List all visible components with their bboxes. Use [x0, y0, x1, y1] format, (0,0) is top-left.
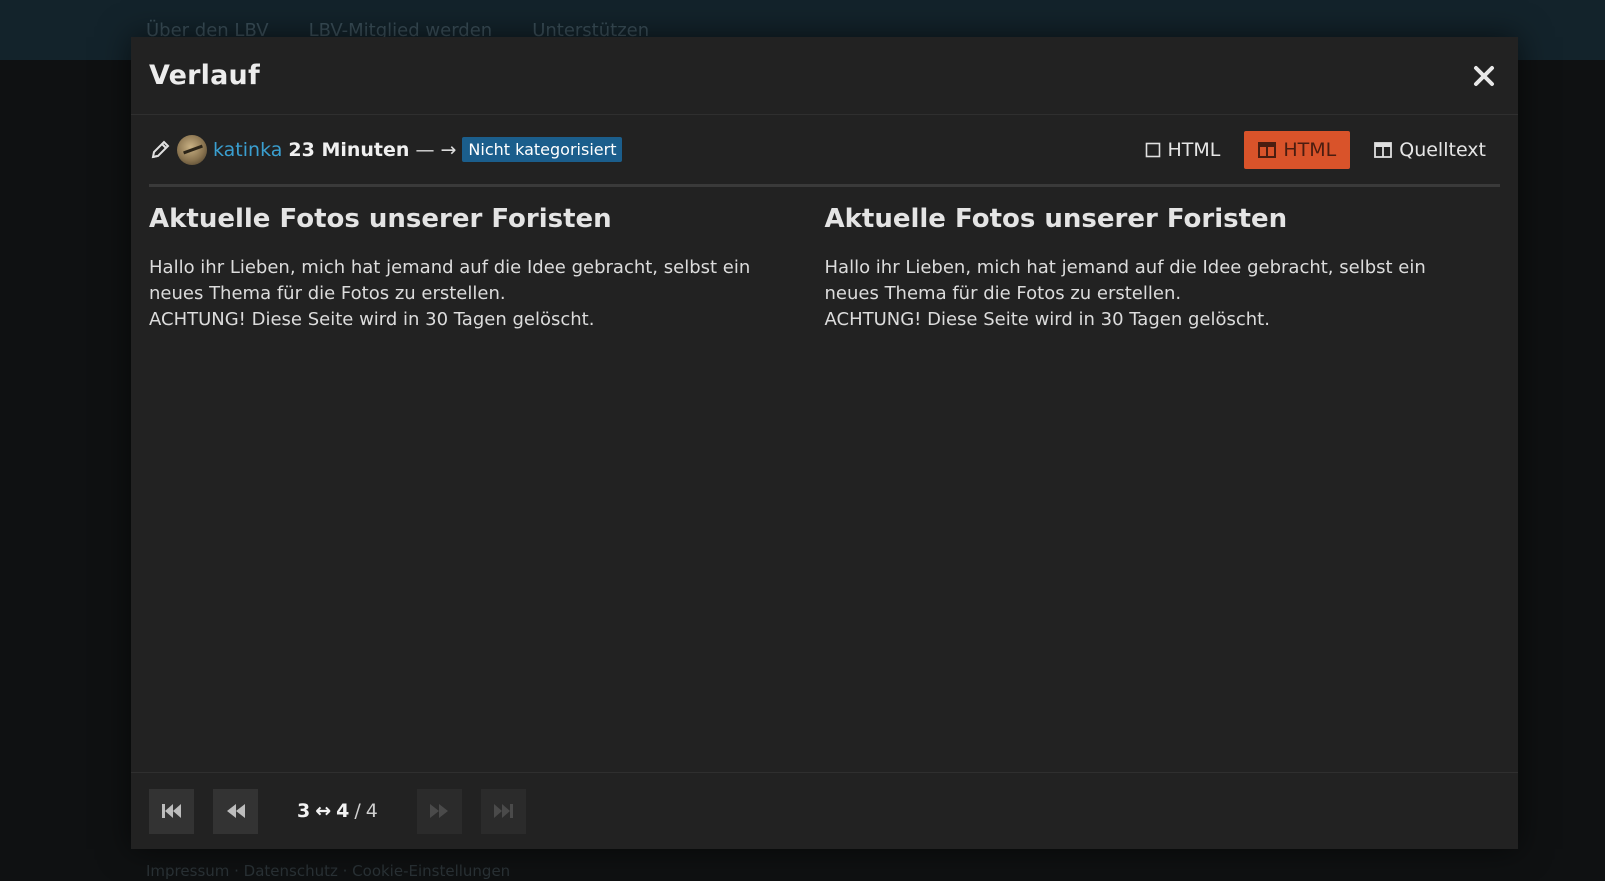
last-revision-button[interactable]	[480, 788, 526, 834]
diff-text: ACHTUNG! Diese Seite wird in 30 Tagen ge…	[149, 308, 595, 330]
revision-meta-bar: katinka 23 Minuten — → Nicht kategorisie…	[149, 115, 1500, 187]
modal-title: Verlauf	[149, 60, 260, 91]
modal-header: Verlauf	[131, 37, 1518, 115]
category-badge: Nicht kategorisiert	[462, 137, 623, 162]
close-icon	[1474, 65, 1494, 86]
diff-heading: Aktuelle Fotos unserer Foristen	[824, 204, 1288, 234]
diff-columns: Aktuelle Fotos unserer Foristen Hallo ih…	[149, 187, 1500, 333]
revision-arrow: ↔	[315, 800, 332, 822]
toggle-source-split[interactable]: Quelltext	[1360, 131, 1500, 169]
toggle-label: Quelltext	[1399, 138, 1486, 161]
toggle-html-single[interactable]: HTML	[1131, 131, 1235, 169]
modal-body: katinka 23 Minuten — → Nicht kategorisie…	[131, 115, 1518, 809]
modal-footer: 3 ↔ 4 / 4	[131, 772, 1518, 849]
revision-total: 4	[365, 800, 378, 822]
toggle-label: HTML	[1167, 138, 1221, 161]
toggle-html-split[interactable]: HTML	[1244, 130, 1351, 169]
revision-info: katinka 23 Minuten — → Nicht kategorisie…	[149, 134, 623, 165]
toggle-label: HTML	[1283, 138, 1337, 161]
split-view-icon	[1258, 141, 1277, 158]
skip-back-icon	[161, 804, 181, 818]
revision-time: 23 Minuten	[288, 138, 410, 161]
view-toggles: HTML HTML Quelltext	[1131, 130, 1501, 169]
revision-range: 3 ↔ 4 / 4	[297, 800, 378, 822]
avatar[interactable]	[177, 134, 207, 165]
split-view-icon	[1374, 141, 1393, 158]
user-link[interactable]: katinka	[213, 139, 282, 161]
revision-separator: — →	[415, 138, 457, 161]
skip-forward-icon	[494, 804, 514, 818]
close-button[interactable]	[1468, 60, 1500, 92]
next-revision-button[interactable]	[416, 788, 462, 834]
diff-heading: Aktuelle Fotos unserer Foristen	[149, 204, 612, 234]
previous-revision-button[interactable]	[213, 788, 258, 834]
diff-text: Hallo ihr Lieben, mich hat jemand auf di…	[824, 256, 1426, 304]
fast-forward-icon	[430, 804, 449, 818]
background-footer: Impressum · Datenschutz · Cookie-Einstel…	[146, 862, 511, 880]
revision-to: 4	[336, 800, 350, 822]
rewind-icon	[226, 804, 245, 818]
first-revision-button[interactable]	[149, 788, 194, 834]
history-modal: Verlauf katinka 23 Minuten — → Nicht kat…	[131, 37, 1518, 849]
revision-from: 3	[297, 800, 311, 822]
pencil-icon	[151, 140, 170, 158]
square-icon	[1145, 142, 1160, 157]
diff-text: ACHTUNG! Diese Seite wird in 30 Tagen ge…	[824, 308, 1270, 330]
diff-column-right: Aktuelle Fotos unserer Foristen Hallo ih…	[825, 203, 1501, 333]
diff-column-left: Aktuelle Fotos unserer Foristen Hallo ih…	[149, 203, 825, 333]
diff-text: Hallo ihr Lieben, mich hat jemand auf di…	[149, 256, 751, 304]
revision-slash: /	[354, 800, 361, 822]
